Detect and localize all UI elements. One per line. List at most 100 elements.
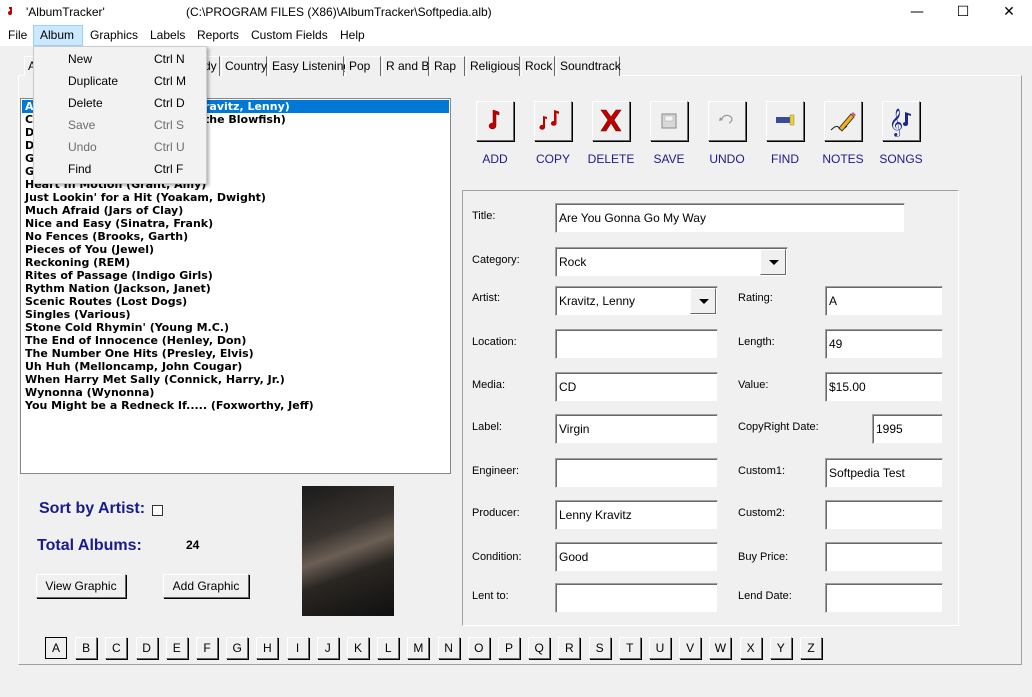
- letter-button-k[interactable]: K: [347, 637, 369, 659]
- custom1-field[interactable]: Softpedia Test: [825, 458, 943, 488]
- length-field[interactable]: 49: [825, 329, 943, 359]
- album-menu-item-duplicate[interactable]: Duplicate: [68, 74, 118, 88]
- artist-combo[interactable]: Kravitz, Lenny: [555, 286, 718, 316]
- tab-pop[interactable]: Pop: [345, 56, 381, 76]
- list-item[interactable]: Uh Huh (Melloncamp, John Cougar): [25, 360, 242, 373]
- tab-rap[interactable]: Rap: [430, 56, 465, 76]
- letter-button-t[interactable]: T: [618, 637, 641, 659]
- copy-button[interactable]: [534, 101, 572, 141]
- list-item[interactable]: When Harry Met Sally (Connick, Harry, Jr…: [25, 373, 285, 386]
- letter-button-n[interactable]: N: [437, 637, 460, 659]
- letter-button-y[interactable]: Y: [769, 637, 792, 659]
- custom2-field[interactable]: [825, 500, 943, 530]
- letter-button-q[interactable]: Q: [528, 637, 551, 659]
- notes-button[interactable]: [824, 101, 862, 141]
- letter-button-c[interactable]: C: [105, 637, 128, 659]
- category-dropdown-button[interactable]: [760, 249, 786, 275]
- letter-button-p[interactable]: P: [498, 637, 520, 659]
- tab-r-and-b[interactable]: R and B: [382, 56, 429, 76]
- letter-button-a[interactable]: A: [45, 637, 67, 659]
- media-field[interactable]: CD: [555, 372, 718, 402]
- record-label-field[interactable]: Virgin: [555, 414, 718, 444]
- letter-button-w[interactable]: W: [709, 637, 732, 659]
- list-item[interactable]: Stone Cold Rhymin' (Young M.C.): [25, 321, 229, 334]
- category-combo[interactable]: Rock: [555, 247, 788, 277]
- letter-button-u[interactable]: U: [649, 637, 671, 659]
- list-item[interactable]: C: [25, 113, 33, 126]
- list-item[interactable]: Rites of Passage (Indigo Girls): [25, 269, 213, 282]
- list-item[interactable]: Pieces of You (Jewel): [25, 243, 154, 256]
- letter-button-f[interactable]: F: [196, 637, 218, 659]
- list-item[interactable]: Singles (Various): [25, 308, 131, 321]
- minimize-button[interactable]: —: [894, 0, 940, 25]
- letter-button-e[interactable]: E: [165, 637, 188, 659]
- list-item[interactable]: You Might be a Redneck If..... (Foxworth…: [25, 399, 314, 412]
- list-item[interactable]: Scenic Routes (Lost Dogs): [25, 295, 187, 308]
- add-button[interactable]: [476, 101, 514, 141]
- lent-to-field[interactable]: [555, 583, 718, 613]
- list-item[interactable]: Much Afraid (Jars of Clay): [25, 204, 183, 217]
- engineer-field[interactable]: [555, 458, 718, 488]
- add-graphic-button[interactable]: Add Graphic: [163, 574, 249, 598]
- menu-graphics[interactable]: Graphics: [88, 28, 140, 42]
- menu-file[interactable]: File: [6, 28, 29, 42]
- album-menu-item-find[interactable]: Find: [68, 162, 91, 176]
- letter-button-j[interactable]: J: [316, 637, 339, 659]
- list-item[interactable]: Nice and Easy (Sinatra, Frank): [25, 217, 213, 230]
- find-button[interactable]: [766, 101, 804, 141]
- list-item[interactable]: Rythm Nation (Jackson, Janet): [25, 282, 211, 295]
- copyright-date-field[interactable]: 1995: [872, 414, 943, 444]
- letter-button-r[interactable]: R: [558, 637, 581, 659]
- list-item[interactable]: No Fences (Brooks, Garth): [25, 230, 188, 243]
- sort-by-artist-checkbox[interactable]: [152, 505, 163, 516]
- view-graphic-button[interactable]: View Graphic: [36, 574, 126, 598]
- list-item[interactable]: Wynonna (Wynonna): [25, 386, 154, 399]
- close-button[interactable]: ✕: [986, 0, 1032, 25]
- title-field[interactable]: Are You Gonna Go My Way: [555, 203, 905, 233]
- letter-button-d[interactable]: D: [135, 637, 158, 659]
- menu-labels[interactable]: Labels: [148, 28, 187, 42]
- maximize-button[interactable]: ☐: [940, 0, 986, 25]
- letter-button-i[interactable]: I: [286, 637, 309, 659]
- list-item-partial[interactable]: the Blowfish): [204, 113, 286, 126]
- letter-button-b[interactable]: B: [75, 637, 98, 659]
- list-item[interactable]: The End of Innocence (Henley, Don): [25, 334, 246, 347]
- tab-soundtrack[interactable]: Soundtrack: [556, 56, 621, 76]
- value-field[interactable]: $15.00: [825, 372, 943, 402]
- lend-date-field[interactable]: [825, 583, 943, 613]
- songs-button[interactable]: 𝄞: [882, 101, 920, 141]
- tab-country[interactable]: Country: [221, 56, 267, 76]
- list-item[interactable]: Reckoning (REM): [25, 256, 130, 269]
- letter-button-v[interactable]: V: [679, 637, 702, 659]
- list-item[interactable]: The Number One Hits (Presley, Elvis): [25, 347, 254, 360]
- artist-dropdown-button[interactable]: [690, 288, 716, 314]
- condition-field[interactable]: Good: [555, 542, 718, 572]
- letter-button-x[interactable]: X: [739, 637, 762, 659]
- letter-button-l[interactable]: L: [377, 637, 400, 659]
- letter-button-o[interactable]: O: [467, 637, 490, 659]
- menu-album[interactable]: Album: [38, 28, 76, 42]
- producer-field[interactable]: Lenny Kravitz: [555, 500, 718, 530]
- tab-easy-listening[interactable]: Easy Listening: [268, 56, 350, 76]
- menu-help[interactable]: Help: [338, 28, 367, 42]
- undo-button[interactable]: [708, 101, 746, 141]
- producer-label: Producer:: [472, 507, 520, 519]
- letter-button-m[interactable]: M: [407, 637, 430, 659]
- letter-button-s[interactable]: S: [588, 637, 611, 659]
- list-item[interactable]: Just Lookin' for a Hit (Yoakam, Dwight): [25, 191, 266, 204]
- letter-button-g[interactable]: G: [226, 637, 249, 659]
- album-menu-item-new[interactable]: New: [68, 52, 92, 66]
- letter-button-z[interactable]: Z: [800, 637, 822, 659]
- save-button[interactable]: [650, 101, 688, 141]
- rating-field[interactable]: A: [825, 286, 943, 316]
- location-field[interactable]: [555, 329, 718, 359]
- menu-custom-fields[interactable]: Custom Fields: [249, 28, 330, 42]
- letter-button-h[interactable]: H: [256, 637, 279, 659]
- buy-price-field[interactable]: [825, 542, 943, 572]
- menu-reports[interactable]: Reports: [195, 28, 241, 42]
- album-menu-item-delete[interactable]: Delete: [68, 96, 103, 110]
- tab-rock[interactable]: Rock: [521, 56, 555, 76]
- tab-religious[interactable]: Religious: [466, 56, 520, 76]
- list-item-partial[interactable]: ravitz, Lenny): [204, 100, 290, 113]
- delete-button[interactable]: [592, 101, 630, 141]
